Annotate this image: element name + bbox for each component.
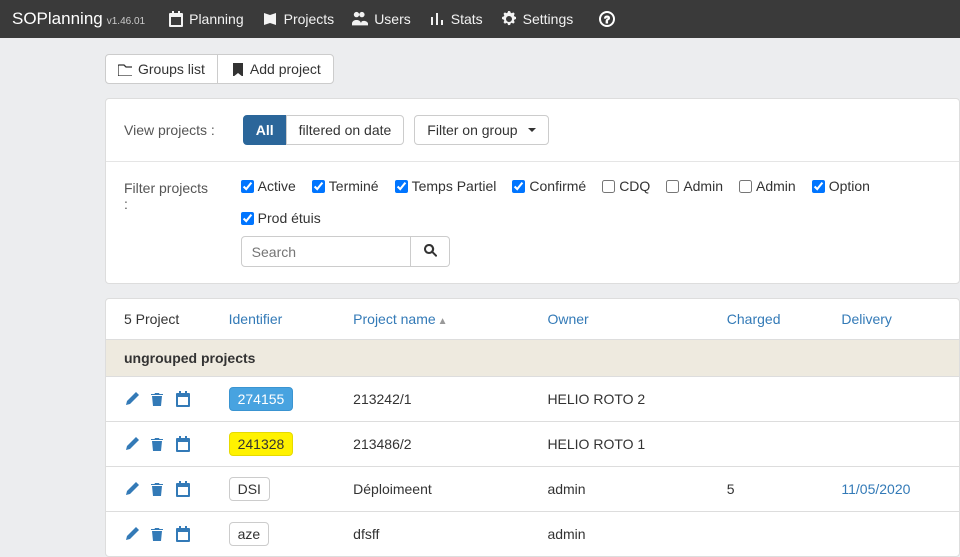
filter-check-input[interactable] bbox=[512, 180, 525, 193]
edit-icon[interactable] bbox=[124, 526, 141, 543]
cell-owner: admin bbox=[547, 481, 726, 497]
filter-checkboxes: Active Terminé Temps Partiel Confirmé CDQ Adm… bbox=[241, 178, 941, 226]
calendar-icon[interactable] bbox=[174, 481, 191, 498]
edit-icon[interactable] bbox=[124, 436, 141, 453]
groups-list-button[interactable]: Groups list bbox=[105, 54, 218, 84]
delete-icon[interactable] bbox=[149, 481, 166, 498]
cell-name: Déploimeent bbox=[353, 481, 547, 497]
brand-version: v1.46.01 bbox=[107, 16, 145, 27]
gear-icon bbox=[501, 11, 517, 27]
calendar-icon[interactable] bbox=[174, 526, 191, 543]
stats-icon bbox=[429, 11, 445, 27]
identifier-badge[interactable]: 274155 bbox=[229, 387, 294, 411]
table-row: 274155 213242/1HELIO ROTO 2 bbox=[106, 376, 959, 421]
delete-icon[interactable] bbox=[149, 526, 166, 543]
cell-owner: admin bbox=[547, 526, 726, 542]
filter-check-0[interactable]: Active bbox=[241, 178, 296, 194]
filter-check-1[interactable]: Terminé bbox=[312, 178, 379, 194]
folder-icon bbox=[118, 62, 132, 76]
delivery-link[interactable]: 11/05/2020 bbox=[841, 481, 910, 497]
filter-check-7[interactable]: Option bbox=[812, 178, 870, 194]
users-icon bbox=[352, 11, 368, 27]
nav-settings[interactable]: Settings bbox=[501, 11, 574, 27]
view-section: View projects : All filtered on date Fil… bbox=[106, 99, 959, 161]
filter-check-2[interactable]: Temps Partiel bbox=[395, 178, 497, 194]
cell-name: dfsff bbox=[353, 526, 547, 542]
filter-section: Filter projects : Active Terminé Temps Par… bbox=[106, 161, 959, 283]
calendar-icon[interactable] bbox=[174, 391, 191, 408]
cell-owner: HELIO ROTO 2 bbox=[547, 391, 726, 407]
delete-icon[interactable] bbox=[149, 436, 166, 453]
filter-check-input[interactable] bbox=[241, 212, 254, 225]
table-row: 241328 213486/2HELIO ROTO 1 bbox=[106, 421, 959, 466]
filter-label: Filter projects : bbox=[124, 180, 213, 212]
cell-name: 213486/2 bbox=[353, 436, 547, 452]
nav-planning[interactable]: Planning bbox=[167, 11, 244, 27]
nav-users[interactable]: Users bbox=[352, 11, 411, 27]
filter-on-group-button[interactable]: Filter on group bbox=[414, 115, 548, 145]
projects-table: 5 Project Identifier Project name▲ Owner… bbox=[105, 298, 960, 557]
filter-check-input[interactable] bbox=[812, 180, 825, 193]
book-icon bbox=[262, 11, 278, 27]
caret-down-icon bbox=[528, 128, 536, 132]
search-icon bbox=[423, 243, 437, 257]
edit-icon[interactable] bbox=[124, 481, 141, 498]
filter-check-input[interactable] bbox=[739, 180, 752, 193]
filter-check-4[interactable]: CDQ bbox=[602, 178, 650, 194]
identifier-badge[interactable]: 241328 bbox=[229, 432, 294, 456]
edit-icon[interactable] bbox=[124, 391, 141, 408]
nav-stats[interactable]: Stats bbox=[429, 11, 483, 27]
th-delivery[interactable]: Delivery bbox=[841, 311, 941, 327]
help-icon bbox=[599, 11, 615, 27]
calendar-icon[interactable] bbox=[174, 436, 191, 453]
cell-name: 213242/1 bbox=[353, 391, 547, 407]
toolbar: Groups list Add project bbox=[105, 54, 334, 84]
add-project-button[interactable]: Add project bbox=[217, 54, 334, 84]
brand[interactable]: SOPlanning v1.46.01 bbox=[12, 9, 145, 29]
identifier-badge[interactable]: aze bbox=[229, 522, 270, 546]
th-count: 5 Project bbox=[124, 311, 229, 327]
filter-check-3[interactable]: Confirmé bbox=[512, 178, 586, 194]
view-scope-toggle: All filtered on date bbox=[243, 115, 405, 145]
filter-check-5[interactable]: Admin bbox=[666, 178, 723, 194]
calendar-icon bbox=[167, 11, 183, 27]
cell-charged: 5 bbox=[727, 481, 842, 497]
cell-owner: HELIO ROTO 1 bbox=[547, 436, 726, 452]
group-row: ungrouped projects bbox=[106, 339, 959, 376]
th-identifier[interactable]: Identifier bbox=[229, 311, 354, 327]
th-charged[interactable]: Charged bbox=[727, 311, 842, 327]
delete-icon[interactable] bbox=[149, 391, 166, 408]
filter-check-input[interactable] bbox=[602, 180, 615, 193]
view-filtered-button[interactable]: filtered on date bbox=[286, 115, 405, 145]
th-owner[interactable]: Owner bbox=[547, 311, 726, 327]
filter-check-input[interactable] bbox=[241, 180, 254, 193]
table-header: 5 Project Identifier Project name▲ Owner… bbox=[106, 299, 959, 339]
brand-name: SOPlanning bbox=[12, 9, 103, 29]
bookmark-icon bbox=[230, 62, 244, 76]
view-label: View projects : bbox=[124, 122, 215, 138]
th-name[interactable]: Project name▲ bbox=[353, 311, 547, 327]
nav-help[interactable] bbox=[599, 11, 615, 27]
identifier-badge[interactable]: DSI bbox=[229, 477, 270, 501]
view-all-button[interactable]: All bbox=[243, 115, 287, 145]
sort-asc-icon: ▲ bbox=[438, 316, 448, 327]
filter-check-6[interactable]: Admin bbox=[739, 178, 796, 194]
filter-check-8[interactable]: Prod étuis bbox=[241, 210, 321, 226]
top-navbar: SOPlanning v1.46.01 Planning Projects Us… bbox=[0, 0, 960, 38]
table-row: DSI Déploimeentadmin511/05/2020 bbox=[106, 466, 959, 511]
filter-check-input[interactable] bbox=[395, 180, 408, 193]
search-input[interactable] bbox=[241, 236, 411, 267]
filter-check-input[interactable] bbox=[666, 180, 679, 193]
cell-delivery: 11/05/2020 bbox=[841, 481, 941, 497]
filter-check-input[interactable] bbox=[312, 180, 325, 193]
nav-projects[interactable]: Projects bbox=[262, 11, 335, 27]
search-button[interactable] bbox=[411, 236, 450, 267]
